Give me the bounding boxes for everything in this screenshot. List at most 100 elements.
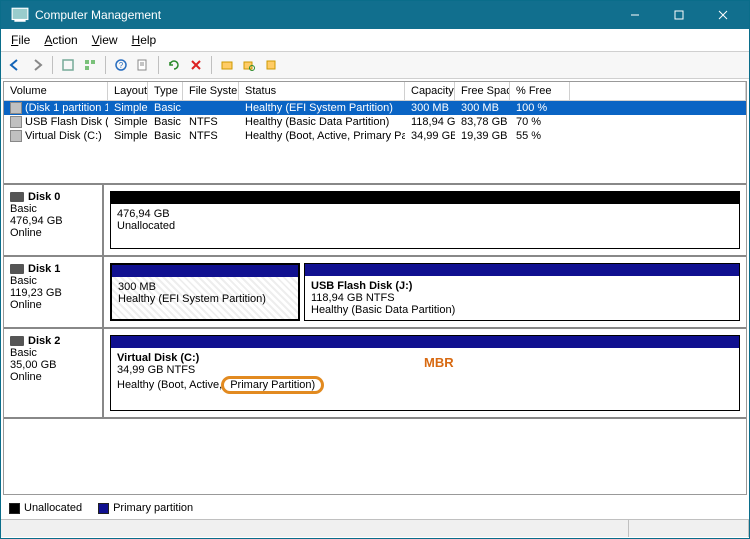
status-bar	[1, 519, 749, 537]
disk-info[interactable]: Disk 2 Basic 35,00 GB Online	[4, 329, 104, 417]
partition-usb[interactable]: USB Flash Disk (J:) 118,94 GB NTFS Healt…	[304, 263, 740, 321]
maximize-button[interactable]	[657, 1, 701, 29]
menu-help[interactable]: Help	[126, 31, 163, 49]
disk-icon	[10, 264, 24, 274]
partition-size: 118,94 GB NTFS	[311, 292, 733, 304]
legend: Unallocated Primary partition	[1, 497, 749, 519]
volume-name: (Disk 1 partition 1)	[25, 102, 108, 114]
col-fs[interactable]: File System	[183, 82, 239, 100]
graphical-empty-space	[4, 419, 746, 479]
annotation-circle: Primary Partition)	[221, 376, 324, 394]
minimize-button[interactable]	[613, 1, 657, 29]
cell: 100 %	[510, 101, 570, 115]
disk-state: Online	[10, 371, 96, 383]
title-bar: Computer Management	[1, 1, 749, 29]
disk-type: Basic	[10, 203, 96, 215]
col-spacer	[570, 82, 746, 100]
refresh-icon[interactable]	[164, 55, 184, 75]
menu-action[interactable]: Action	[38, 31, 83, 49]
content-area: Volume Layout Type File System Status Ca…	[3, 81, 747, 495]
properties-icon[interactable]	[133, 55, 153, 75]
legend-primary: Primary partition	[98, 502, 193, 514]
toolbar-sep	[52, 56, 53, 74]
status-text-a: Healthy (Boot, Active,	[117, 379, 225, 391]
col-pfree[interactable]: % Free	[510, 82, 570, 100]
cell: Simple	[108, 101, 148, 115]
partition-title: USB Flash Disk (J:)	[311, 280, 733, 292]
volume-row[interactable]: (Disk 1 partition 1) Simple Basic Health…	[4, 101, 746, 115]
partition-color-bar	[111, 336, 739, 348]
toolbar-sep	[105, 56, 106, 74]
partition-status: Healthy (Basic Data Partition)	[311, 304, 733, 316]
disk-type: Basic	[10, 347, 96, 359]
cell: NTFS	[183, 129, 239, 143]
disk-name: Disk 0	[28, 191, 60, 203]
disk-type: Basic	[10, 275, 96, 287]
app-icon	[11, 6, 29, 24]
partition-virtual-disk[interactable]: Virtual Disk (C:) 34,99 GB NTFS Healthy …	[110, 335, 740, 411]
cell: 300 MB	[455, 101, 510, 115]
cell	[183, 101, 239, 115]
partition-color-bar	[112, 265, 298, 277]
menu-view[interactable]: View	[86, 31, 124, 49]
menu-file[interactable]: File	[5, 31, 36, 49]
forward-button[interactable]	[27, 55, 47, 75]
volume-empty-space	[4, 143, 746, 183]
toolbar-sep	[158, 56, 159, 74]
disk-info[interactable]: Disk 0 Basic 476,94 GB Online	[4, 185, 104, 255]
volume-name: Virtual Disk (C:)	[25, 130, 102, 142]
action-icon[interactable]	[217, 55, 237, 75]
disk-size: 119,23 GB	[10, 287, 96, 299]
col-free[interactable]: Free Space	[455, 82, 510, 100]
partition-status: Unallocated	[117, 220, 733, 232]
col-status[interactable]: Status	[239, 82, 405, 100]
volume-name: USB Flash Disk (J:)	[25, 116, 108, 128]
partition-color-bar	[111, 192, 739, 204]
disk-state: Online	[10, 227, 96, 239]
cell: 70 %	[510, 115, 570, 129]
more-icon[interactable]	[261, 55, 281, 75]
volume-icon	[10, 130, 22, 142]
cell: Healthy (Basic Data Partition)	[239, 115, 405, 129]
volume-row[interactable]: Virtual Disk (C:) Simple Basic NTFS Heal…	[4, 129, 746, 143]
rescan-icon[interactable]	[58, 55, 78, 75]
back-button[interactable]	[5, 55, 25, 75]
partition-status: Healthy (EFI System Partition)	[118, 293, 292, 305]
cell: 34,99 GB	[405, 129, 455, 143]
volume-list[interactable]: Volume Layout Type File System Status Ca…	[4, 82, 746, 183]
disk-size: 476,94 GB	[10, 215, 96, 227]
partition-status: Healthy (Boot, Active, Primary Partition…	[117, 376, 733, 394]
col-layout[interactable]: Layout	[108, 82, 148, 100]
disk-row: Disk 1 Basic 119,23 GB Online 300 MB Hea…	[4, 257, 746, 329]
partition-efi[interactable]: 300 MB Healthy (EFI System Partition)	[110, 263, 300, 321]
close-button[interactable]	[701, 1, 745, 29]
cell: 118,94 GB	[405, 115, 455, 129]
col-type[interactable]: Type	[148, 82, 183, 100]
console-tree-icon[interactable]	[80, 55, 100, 75]
help-icon[interactable]: ?	[111, 55, 131, 75]
disk-state: Online	[10, 299, 96, 311]
toolbar: ?	[1, 52, 749, 79]
cell: Healthy (Boot, Active, Primary Partition…	[239, 129, 405, 143]
col-volume[interactable]: Volume	[4, 82, 108, 100]
disk-info[interactable]: Disk 1 Basic 119,23 GB Online	[4, 257, 104, 327]
cell: 300 MB	[405, 101, 455, 115]
cell: Simple	[108, 129, 148, 143]
partition-size: 300 MB	[118, 281, 292, 293]
lookup-icon[interactable]	[239, 55, 259, 75]
cell: Basic	[148, 129, 183, 143]
window-title: Computer Management	[35, 8, 613, 22]
disk-icon	[10, 336, 24, 346]
disk-row: Disk 0 Basic 476,94 GB Online 476,94 GB …	[4, 185, 746, 257]
partition-size: 476,94 GB	[117, 208, 733, 220]
svg-text:?: ?	[119, 61, 124, 70]
volume-icon	[10, 102, 22, 114]
volume-header[interactable]: Volume Layout Type File System Status Ca…	[4, 82, 746, 101]
partition-unallocated[interactable]: 476,94 GB Unallocated	[110, 191, 740, 249]
cell: 19,39 GB	[455, 129, 510, 143]
cell: 55 %	[510, 129, 570, 143]
toolbar-sep	[211, 56, 212, 74]
delete-icon[interactable]	[186, 55, 206, 75]
volume-row[interactable]: USB Flash Disk (J:) Simple Basic NTFS He…	[4, 115, 746, 129]
col-capacity[interactable]: Capacity	[405, 82, 455, 100]
